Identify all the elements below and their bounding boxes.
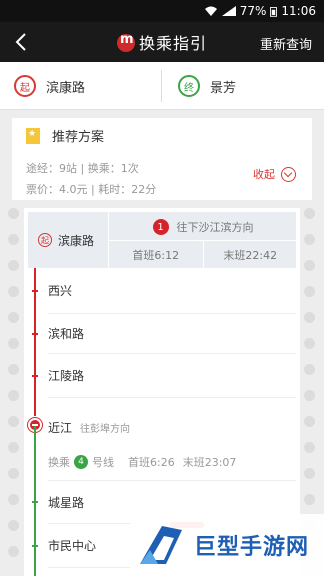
line-badge: 1 [152,219,169,235]
stop-tick [32,544,38,547]
route-endpoints: 起 滨康路 终 景芳 [0,62,324,110]
from-station[interactable]: 起 滨康路 [14,62,85,110]
to-station[interactable]: 终 景芳 [178,62,236,110]
transfer-station: 近江 往彭埠方向 [48,420,131,435]
first-train: 首班6:12 [109,241,204,268]
transfer-info: 换乘 4 号线 首班6:26 末班23:07 [48,455,237,469]
to-station-name: 景芳 [210,80,237,96]
line4-badge: 4 [74,455,88,469]
start-pin-icon: 起 [14,75,36,97]
battery-icon [270,6,278,17]
list-item: 西兴 [32,268,296,314]
fare-time: 票价：4.0元 | 耗时：22分 [26,183,157,196]
list-item: 滨和路 [32,314,296,354]
end-pin-icon: 终 [178,75,200,97]
boarding-station: 起 滨康路 [28,212,106,268]
watermark-logo-icon [140,526,182,564]
stop-tick [32,289,38,292]
wifi-icon [204,6,217,16]
line-info: 1 往下沙江滨方向 首班6:12 末班22:42 [108,212,297,268]
first-train: 首班6:26 [128,456,175,469]
line-header: 起 滨康路 1 往下沙江滨方向 首班6:12 末班22:42 [28,212,297,268]
stop-tick [32,332,38,335]
perforation-left [8,208,20,576]
status-bar: 77% 11:06 [0,0,324,22]
line-direction: 1 往下沙江滨方向 [109,216,297,238]
requery-button[interactable]: 重新查询 [260,34,312,53]
recommendation-card: 推荐方案 途经：9站 | 换乘：1次 票价：4.0元 | 耗时：22分 收起 [12,118,312,200]
from-station-name: 滨康路 [46,80,86,96]
stop-tick [32,501,38,503]
watermark: 巨型手游网 [130,514,324,576]
clock: 11:06 [281,4,316,18]
last-train: 末班23:07 [182,456,237,469]
signal-icon [221,6,236,16]
last-train: 末班22:42 [223,248,278,262]
divider [161,70,162,102]
stop-tick [32,374,38,377]
app-header: 换乘指引 重新查询 [0,22,324,62]
recommendation-title: 推荐方案 [26,126,104,145]
bookmark-icon [26,127,40,144]
route-stats: 途经：9站 | 换乘：1次 [26,162,139,175]
battery-level: 77% [239,4,267,18]
chevron-down-icon [281,166,296,182]
start-icon: 起 [38,233,52,247]
service-times: 首班6:12 末班22:42 [109,240,297,268]
list-item: 江陵路 [32,354,296,398]
metro-logo-icon [116,32,135,52]
collapse-button[interactable]: 收起 [253,166,296,182]
